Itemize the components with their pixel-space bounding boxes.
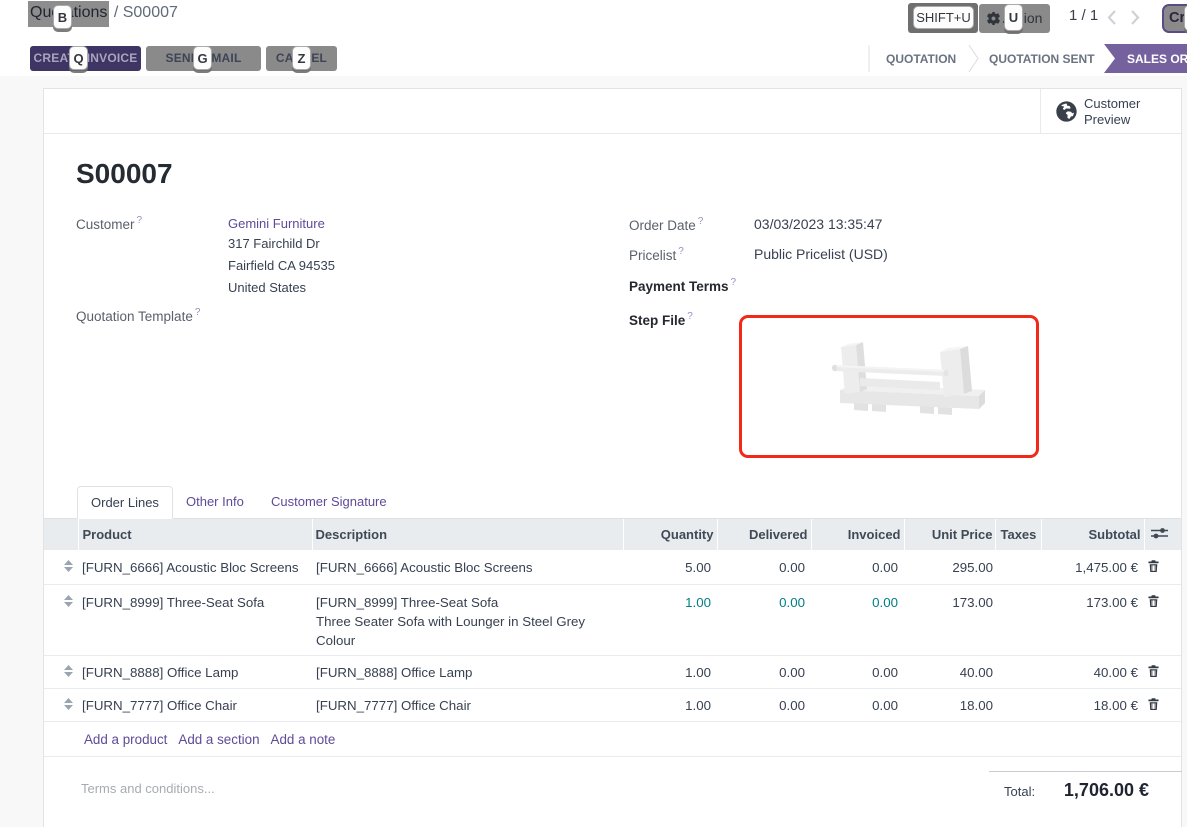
svg-text:QUOTATION SENT: QUOTATION SENT [989,52,1095,66]
svg-text:QUOTATION: QUOTATION [886,52,956,66]
svg-text:SALES ORDER: SALES ORDER [1127,52,1187,66]
